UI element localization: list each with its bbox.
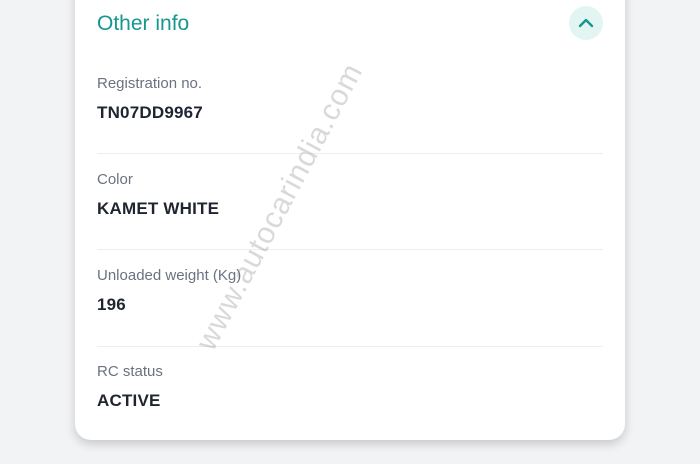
- rc-status-row: RC status ACTIVE: [97, 362, 603, 458]
- color-row: Color KAMET WHITE: [97, 170, 603, 266]
- color-value: KAMET WHITE: [97, 199, 220, 218]
- registration-label: Registration no.: [97, 75, 203, 92]
- divider: [97, 249, 603, 250]
- unloaded-weight-row: Unloaded weight (Kg) 196: [97, 266, 603, 362]
- unloaded-weight-value: 196: [97, 295, 126, 314]
- section-title: Other info: [97, 12, 190, 35]
- registration-value: TN07DD9967: [97, 103, 203, 122]
- page: Other info Registration no. TN07DD9967 C…: [0, 0, 700, 464]
- other-info-card: Other info Registration no. TN07DD9967 C…: [75, 0, 625, 440]
- rc-status-value: ACTIVE: [97, 391, 161, 410]
- color-label: Color: [97, 171, 133, 188]
- registration-row: Registration no. TN07DD9967: [97, 74, 603, 170]
- rc-status-label: RC status: [97, 363, 163, 380]
- collapse-button[interactable]: [569, 6, 603, 40]
- unloaded-weight-label: Unloaded weight (Kg): [97, 267, 242, 284]
- divider: [97, 153, 603, 154]
- other-info-header[interactable]: Other info: [97, 6, 603, 46]
- divider: [97, 346, 603, 347]
- chevron-up-icon: [578, 18, 594, 28]
